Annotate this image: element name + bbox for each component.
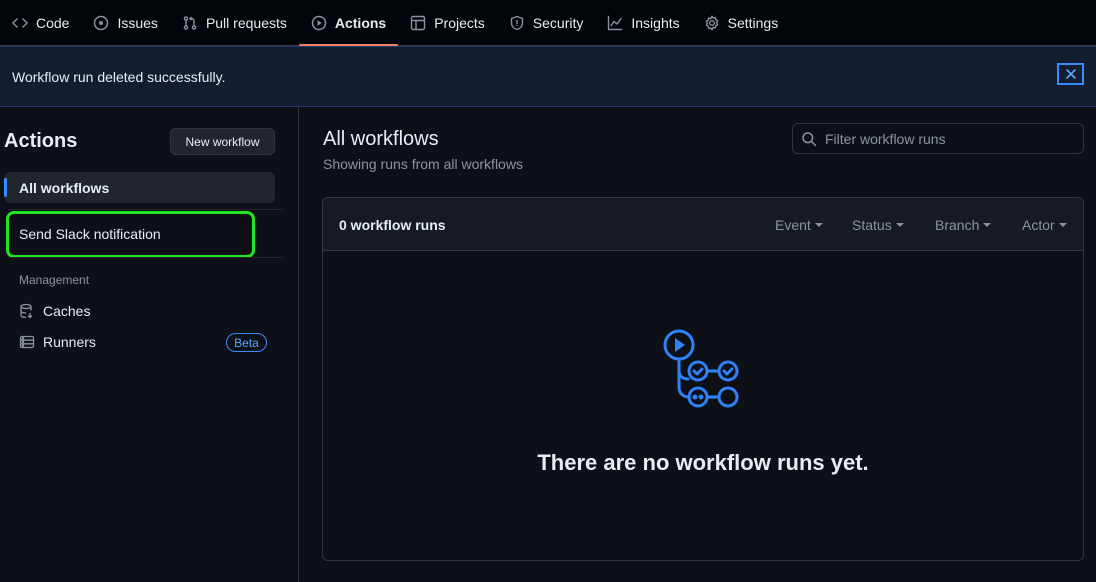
tab-security[interactable]: Security	[497, 0, 596, 46]
branch-filter-dropdown[interactable]: Branch	[935, 217, 992, 233]
sidebar-item-label: Runners	[43, 334, 96, 350]
tab-settings-label: Settings	[727, 14, 779, 31]
search-input[interactable]	[825, 130, 1075, 147]
caret-down-icon	[895, 223, 904, 227]
status-filter-dropdown[interactable]: Status	[852, 217, 904, 233]
workflow-icon	[663, 329, 739, 408]
flash-close-button[interactable]	[1057, 63, 1084, 85]
tab-issues-label: Issues	[117, 14, 158, 31]
caret-down-icon	[983, 223, 992, 227]
flash-banner: Workflow run deleted successfully.	[0, 46, 1096, 107]
tab-actions[interactable]: Actions	[298, 0, 399, 46]
dropdown-label: Event	[775, 217, 811, 233]
search-icon	[802, 131, 817, 146]
repo-nav: Code Issues Pull requests Actions Projec…	[0, 0, 1096, 46]
event-filter-dropdown[interactable]: Event	[775, 217, 823, 233]
shield-icon	[510, 15, 523, 30]
pull-request-icon	[183, 15, 197, 30]
filter-workflow-runs[interactable]	[792, 123, 1084, 154]
close-icon	[1065, 69, 1076, 79]
page-title: All workflows	[323, 128, 439, 150]
sidebar-divider	[8, 209, 283, 210]
dropdown-label: Actor	[1022, 217, 1055, 233]
runs-header: 0 workflow runs Event Status Branch Acto…	[323, 198, 1083, 251]
actions-sidebar: Actions New workflow All workflows Send …	[0, 107, 299, 582]
sidebar-item-runners[interactable]: Runners	[19, 331, 96, 353]
dropdown-label: Status	[852, 217, 892, 233]
tab-pull-requests-label: Pull requests	[205, 14, 287, 31]
tab-insights-label: Insights	[631, 14, 680, 31]
sidebar-item-all-workflows[interactable]: All workflows	[4, 172, 275, 203]
management-heading: Management	[19, 273, 90, 287]
tab-security-label: Security	[532, 14, 584, 31]
sidebar-item-label: All workflows	[19, 179, 110, 196]
sidebar-item-caches[interactable]: Caches	[19, 300, 90, 322]
sidebar-divider	[8, 257, 283, 258]
gear-icon	[705, 15, 718, 30]
beta-badge: Beta	[226, 333, 267, 352]
code-icon	[12, 17, 28, 28]
table-icon	[411, 15, 426, 30]
tab-code[interactable]: Code	[12, 0, 81, 46]
sidebar-item-label: Caches	[43, 303, 91, 319]
flash-message: Workflow run deleted successfully.	[12, 68, 226, 85]
tab-actions-label: Actions	[334, 14, 387, 31]
issue-icon	[94, 15, 109, 30]
actor-filter-dropdown[interactable]: Actor	[1022, 217, 1067, 233]
workflow-runs-box: 0 workflow runs Event Status Branch Acto…	[322, 197, 1084, 561]
empty-state-message: There are no workflow runs yet.	[537, 450, 869, 475]
dropdown-label: Branch	[935, 217, 980, 233]
sidebar-item-send-slack-notification[interactable]: Send Slack notification	[4, 218, 275, 249]
server-icon	[19, 335, 35, 349]
tab-code-label: Code	[36, 14, 70, 31]
sidebar-title: Actions	[4, 130, 78, 152]
caret-down-icon	[1058, 223, 1067, 227]
page-subtitle: Showing runs from all workflows	[323, 156, 523, 172]
caret-down-icon	[814, 223, 823, 227]
tab-settings[interactable]: Settings	[692, 0, 791, 46]
tab-issues[interactable]: Issues	[81, 0, 169, 46]
sidebar-item-label: Send Slack notification	[19, 225, 161, 242]
tab-insights[interactable]: Insights	[595, 0, 691, 46]
tab-projects-label: Projects	[434, 14, 485, 31]
tab-projects[interactable]: Projects	[398, 0, 497, 46]
graph-icon	[608, 15, 623, 30]
database-icon	[20, 303, 33, 319]
new-workflow-button[interactable]: New workflow	[170, 128, 275, 155]
tab-pull-requests[interactable]: Pull requests	[170, 0, 299, 46]
runs-count: 0 workflow runs	[339, 217, 446, 233]
play-icon	[311, 15, 327, 30]
